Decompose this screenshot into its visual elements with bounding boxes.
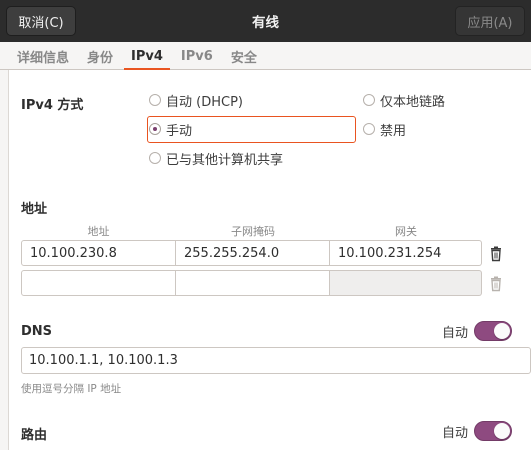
column-header-gateway: 网关: [395, 225, 417, 238]
tab-bar: 详细信息 身份 IPv4 IPv6 安全: [0, 42, 531, 71]
dns-hint: 使用逗号分隔 IP 地址: [21, 383, 122, 395]
radio-indicator: [149, 94, 161, 106]
address-table: 10.100.230.8 255.255.254.0 10.100.231.25…: [21, 240, 482, 300]
radio-indicator: [149, 123, 161, 135]
radio-indicator: [149, 152, 161, 164]
tab-details[interactable]: 详细信息: [8, 42, 78, 70]
dialog-title: 有线: [252, 15, 279, 31]
delete-icon: [491, 276, 501, 292]
radio-manual[interactable]: 手动: [149, 117, 192, 141]
column-header-address: 地址: [87, 225, 110, 238]
gateway-field[interactable]: 10.100.231.254: [330, 240, 482, 266]
dns-auto-label: 自动: [442, 325, 469, 341]
header-bar: 取消(C) 有线 应用(A): [0, 0, 531, 42]
gateway-field: [330, 270, 482, 296]
dns-auto-switch-row: 自动: [442, 321, 513, 341]
radio-link-local-label: 仅本地链路: [380, 94, 446, 110]
radio-disabled-label: 禁用: [380, 123, 407, 139]
tab-ipv6[interactable]: IPv6: [172, 42, 222, 70]
cancel-button[interactable]: 取消(C): [6, 6, 76, 36]
address-row: 10.100.230.8 255.255.254.0 10.100.231.25…: [21, 240, 482, 266]
radio-auto-dhcp-label: 自动 (DHCP): [166, 94, 243, 110]
column-header-netmask: 子网掩码: [231, 225, 275, 238]
netmask-field[interactable]: 255.255.254.0: [176, 240, 330, 266]
routes-auto-switch-row: 自动: [442, 421, 513, 441]
tab-security[interactable]: 安全: [222, 42, 266, 70]
dns-auto-toggle[interactable]: [474, 321, 513, 341]
address-field[interactable]: [21, 270, 176, 296]
radio-shared-label: 已与其他计算机共享: [166, 152, 284, 168]
dns-label: DNS: [21, 324, 53, 339]
dns-input[interactable]: 10.100.1.1, 10.100.1.3: [21, 347, 531, 374]
radio-indicator: [363, 123, 375, 135]
netmask-field[interactable]: [176, 270, 330, 296]
tab-identity[interactable]: 身份: [78, 42, 122, 70]
radio-indicator: [363, 94, 375, 106]
routes-label: 路由: [21, 428, 48, 443]
delete-icon[interactable]: [489, 246, 503, 262]
routes-auto-label: 自动: [442, 425, 469, 441]
radio-link-local[interactable]: 仅本地链路: [363, 88, 445, 112]
ipv4-method-label: IPv4 方式: [21, 98, 84, 113]
routes-auto-toggle[interactable]: [474, 421, 513, 441]
ipv4-settings-panel: IPv4 方式 自动 (DHCP) 仅本地链路 手动 禁用 已与其他计算机共享 …: [8, 70, 531, 450]
radio-shared[interactable]: 已与其他计算机共享: [149, 146, 283, 170]
address-row: [21, 270, 482, 296]
addresses-label: 地址: [21, 202, 48, 217]
radio-disabled[interactable]: 禁用: [363, 117, 406, 141]
tab-ipv4[interactable]: IPv4: [122, 42, 172, 71]
apply-button[interactable]: 应用(A): [455, 6, 525, 36]
radio-auto-dhcp[interactable]: 自动 (DHCP): [149, 88, 243, 112]
address-field[interactable]: 10.100.230.8: [21, 240, 176, 266]
radio-manual-label: 手动: [166, 123, 193, 139]
